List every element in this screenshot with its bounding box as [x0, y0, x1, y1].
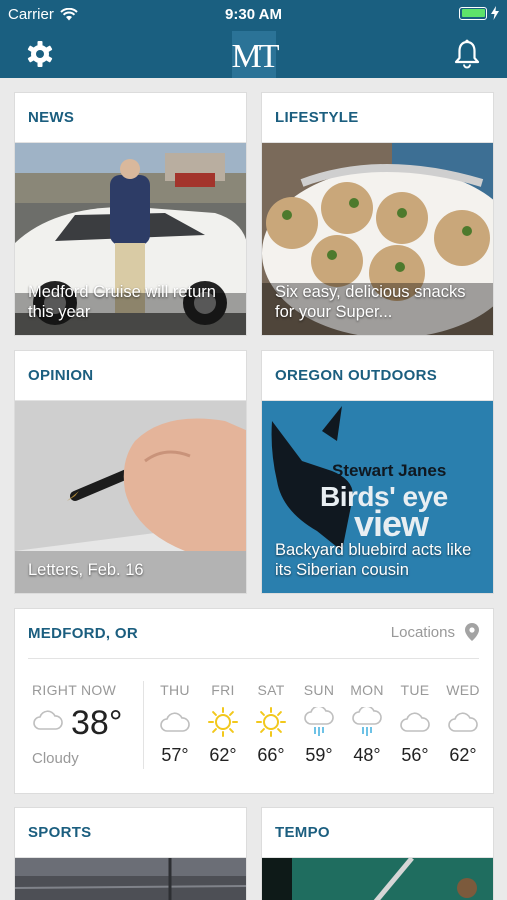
opinion-image[interactable]: Letters, Feb. 16: [15, 401, 246, 593]
lifestyle-section-title[interactable]: LIFESTYLE: [262, 93, 493, 143]
tempo-card[interactable]: TEMPO: [261, 807, 494, 900]
news-card[interactable]: NEWS Medford Cruise will return this yea…: [14, 92, 247, 336]
app-logo[interactable]: MT: [232, 31, 280, 78]
outdoors-headline[interactable]: Backyard bluebird acts like its Siberian…: [275, 540, 485, 580]
tempo-photo: [262, 858, 493, 900]
forecast-day-tue: TUE 56°: [391, 682, 439, 772]
sun-icon: [199, 705, 247, 739]
battery-icon: [459, 6, 487, 20]
art-title-2: view: [354, 503, 429, 544]
current-temperature: 38°: [71, 704, 123, 742]
sports-image[interactable]: [15, 858, 246, 900]
forecast-day-name: MON: [350, 682, 384, 698]
battery-level: [461, 9, 485, 17]
forecast-day-wed: WED 62°: [439, 682, 487, 772]
tempo-section-title[interactable]: TEMPO: [262, 808, 493, 858]
weather-city: MEDFORD, OR: [28, 625, 138, 642]
forecast-row: THU 57° FRI 62° SAT 66° SUN 59° MON 48° TUE 56° WED 6…: [151, 682, 487, 772]
forecast-day-mon: MON 48°: [343, 682, 391, 772]
forecast-temperature: 66°: [257, 745, 285, 765]
cloud-icon: [391, 705, 439, 739]
forecast-temperature: 62°: [209, 745, 237, 765]
sun-icon: [247, 705, 295, 739]
status-bar: Carrier 9:30 AM: [0, 0, 507, 28]
forecast-day-sun: SUN 59°: [295, 682, 343, 772]
now-label: RIGHT NOW: [32, 682, 117, 698]
bell-icon[interactable]: [453, 39, 481, 69]
forecast-day-name: SUN: [303, 682, 335, 698]
art-byline: Stewart Janes: [332, 461, 447, 480]
locations-label[interactable]: Locations: [391, 624, 455, 641]
app-header: Carrier 9:30 AM MT: [0, 0, 507, 78]
cloud-icon: [439, 705, 487, 739]
forecast-temperature: 57°: [161, 745, 189, 765]
opinion-card[interactable]: OPINION Letters, Feb. 16: [14, 350, 247, 594]
status-time: 9:30 AM: [225, 6, 282, 23]
tempo-image[interactable]: [262, 858, 493, 900]
forecast-day-name: FRI: [211, 682, 235, 698]
sports-photo: [15, 858, 246, 900]
sports-section-title[interactable]: SPORTS: [15, 808, 246, 858]
forecast-day-name: WED: [446, 682, 480, 698]
gear-icon[interactable]: [26, 40, 54, 68]
lifestyle-headline[interactable]: Six easy, delicious snacks for your Supe…: [275, 282, 485, 322]
rain-icon: [343, 705, 391, 739]
weather-card[interactable]: MEDFORD, OR Locations RIGHT NOW 38° Clou…: [14, 608, 494, 794]
forecast-day-thu: THU 57°: [151, 682, 199, 772]
cloud-icon: [151, 705, 199, 739]
news-headline[interactable]: Medford Cruise will return this year: [28, 282, 238, 322]
forecast-day-name: SAT: [257, 682, 285, 698]
forecast-temperature: 59°: [305, 745, 333, 765]
forecast-day-name: TUE: [400, 682, 430, 698]
opinion-section-title[interactable]: OPINION: [15, 351, 246, 401]
weather-column-divider: [143, 681, 144, 769]
cloud-icon: [33, 710, 63, 730]
forecast-temperature: 62°: [449, 745, 477, 765]
sports-card[interactable]: SPORTS: [14, 807, 247, 900]
outdoors-card[interactable]: OREGON OUTDOORS Stewart Janes Birds' eye…: [261, 350, 494, 594]
battery-indicator: [459, 6, 499, 20]
forecast-day-fri: FRI 62°: [199, 682, 247, 772]
forecast-temperature: 48°: [353, 745, 381, 765]
charging-icon: [491, 6, 499, 20]
news-image[interactable]: Medford Cruise will return this year: [15, 143, 246, 335]
lifestyle-card[interactable]: LIFESTYLE Six easy, delicious snacks for…: [261, 92, 494, 336]
map-pin-icon: [465, 623, 479, 641]
weather-divider: [28, 658, 479, 659]
opinion-headline[interactable]: Letters, Feb. 16: [28, 560, 238, 580]
forecast-temperature: 56°: [401, 745, 429, 765]
lifestyle-image[interactable]: Six easy, delicious snacks for your Supe…: [262, 143, 493, 335]
current-condition: Cloudy: [32, 750, 79, 767]
rain-icon: [295, 705, 343, 739]
locations-button[interactable]: Locations: [391, 623, 479, 641]
forecast-day-name: THU: [160, 682, 190, 698]
forecast-day-sat: SAT 66°: [247, 682, 295, 772]
news-section-title[interactable]: NEWS: [15, 93, 246, 143]
outdoors-section-title[interactable]: OREGON OUTDOORS: [262, 351, 493, 401]
outdoors-image[interactable]: Stewart Janes Birds' eye view Backyard b…: [262, 401, 493, 593]
